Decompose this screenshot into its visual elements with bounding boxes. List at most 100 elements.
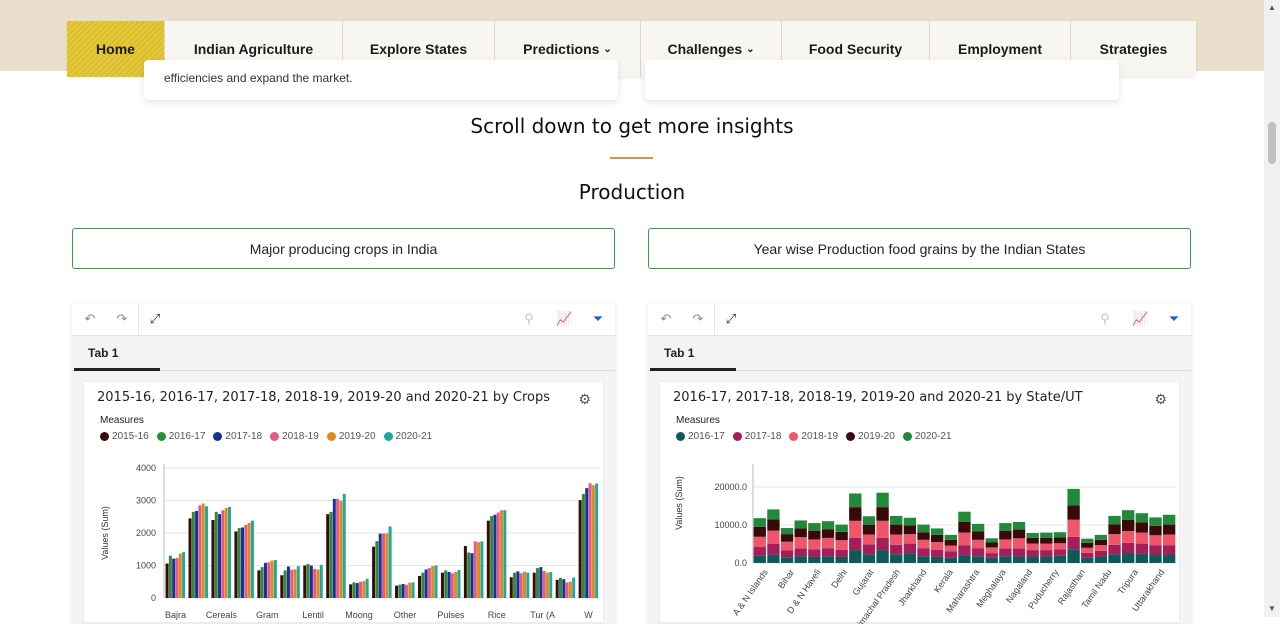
bar-segment [835, 524, 848, 532]
bar [267, 562, 271, 598]
bar-segment [1122, 531, 1135, 543]
chart-toolbar: ↶ ↷ ⤢ ⚲ 📈 ⏷ [72, 303, 615, 336]
bar-segment [876, 507, 889, 521]
bar [201, 503, 205, 598]
bar-segment [849, 520, 862, 538]
bar-segment [971, 548, 985, 557]
bar-segment [890, 534, 903, 545]
bar-segment [1012, 529, 1026, 539]
tab-bar: Tab 1 [648, 336, 1191, 371]
bar-segment [971, 523, 985, 532]
bar [434, 565, 438, 598]
bar [503, 510, 507, 598]
bar-segment [930, 528, 944, 535]
state-production-box[interactable]: Year wise Production food grains by the … [648, 228, 1191, 269]
bar-segment [753, 536, 766, 548]
bar-segment [1081, 538, 1094, 543]
x-tick-label: Kerala [932, 567, 955, 594]
filter-icon[interactable]: ⏷ [590, 311, 606, 327]
bar-segment [1108, 554, 1121, 563]
bar-segment [917, 539, 930, 549]
bar [408, 582, 412, 598]
redo-icon[interactable]: ↷ [690, 311, 706, 327]
nav-item-label: Challenges [667, 41, 743, 57]
x-tick-label: A & N Islands [731, 567, 770, 617]
bar-segment [835, 549, 848, 557]
zoom-icon[interactable]: ⚲ [521, 311, 537, 327]
scrollbar-thumb[interactable] [1268, 122, 1276, 164]
bar [477, 542, 481, 598]
bar-segment [780, 534, 794, 542]
undo-icon[interactable]: ↶ [658, 311, 674, 327]
bar [336, 498, 340, 598]
bar-segment [903, 553, 917, 563]
bar-segment [1094, 545, 1108, 551]
expand-icon[interactable]: ⤢ [147, 311, 163, 327]
bar-segment [862, 554, 876, 563]
major-crops-box[interactable]: Major producing crops in India [72, 228, 615, 269]
bar-segment [930, 534, 944, 543]
page-scrollbar[interactable]: ▲ ▼ [1264, 0, 1280, 617]
undo-icon[interactable]: ↶ [82, 311, 98, 327]
scroll-down-arrow-icon[interactable]: ▼ [1268, 604, 1276, 613]
chevron-down-icon: ⌄ [746, 43, 755, 55]
bar-segment [821, 521, 835, 530]
bar-segment [849, 493, 862, 508]
y-tick-label: 2000 [136, 528, 156, 538]
x-tick-label: Delhi [829, 567, 849, 590]
bar-segment [1053, 549, 1067, 556]
bar-segment [1162, 534, 1176, 546]
bar [237, 528, 241, 598]
bar-segment [1094, 556, 1108, 563]
bar [467, 552, 471, 598]
bar-segment [849, 507, 862, 521]
bar [221, 510, 225, 598]
bar-segment [971, 556, 985, 563]
bar [257, 570, 261, 598]
bar-segment [1067, 549, 1080, 563]
chart-type-icon[interactable]: 📈 [556, 311, 572, 327]
zoom-icon[interactable]: ⚲ [1097, 311, 1113, 327]
bar [270, 560, 274, 598]
x-tick-label: Rice [488, 610, 506, 620]
bar-segment [1040, 550, 1053, 557]
bar-segment [753, 555, 766, 563]
bar-segment [876, 520, 889, 538]
chart-card: 2015-16, 2016-17, 2017-18, 2018-19, 2019… [83, 381, 604, 623]
bar-segment [1040, 532, 1053, 538]
bar [401, 584, 405, 598]
bar-segment [767, 519, 780, 531]
bar-segment [794, 528, 807, 538]
bar [588, 483, 592, 598]
bar-segment [1026, 532, 1039, 538]
bar [444, 570, 448, 598]
bar [595, 483, 599, 598]
bar-segment [1040, 556, 1053, 563]
bar [431, 566, 435, 598]
chart-type-icon[interactable]: 📈 [1132, 311, 1148, 327]
bar [378, 533, 382, 598]
bar-segment [780, 528, 794, 535]
bar-segment [808, 549, 821, 557]
x-tick-label: Gujarat [850, 567, 875, 597]
bar-segment [1094, 539, 1108, 546]
section-title-production: Production [578, 180, 686, 204]
expand-icon[interactable]: ⤢ [723, 311, 739, 327]
bar-segment [780, 541, 794, 551]
title-divider [610, 157, 653, 159]
scroll-up-arrow-icon[interactable]: ▲ [1268, 3, 1276, 12]
bar [250, 520, 254, 598]
bar [424, 569, 428, 598]
tab-1[interactable]: Tab 1 [74, 336, 160, 371]
filter-icon[interactable]: ⏷ [1166, 311, 1182, 327]
bar-segment [808, 556, 821, 563]
bar-segment [1122, 510, 1135, 520]
bar-segment [821, 537, 835, 549]
tab-1[interactable]: Tab 1 [650, 336, 736, 371]
bar-segment [1094, 550, 1108, 557]
redo-icon[interactable]: ↷ [114, 311, 130, 327]
bar [568, 581, 572, 598]
bar-segment [930, 542, 944, 550]
toolbar-separator [714, 303, 715, 336]
y-tick-label: 20000.0 [714, 482, 747, 492]
